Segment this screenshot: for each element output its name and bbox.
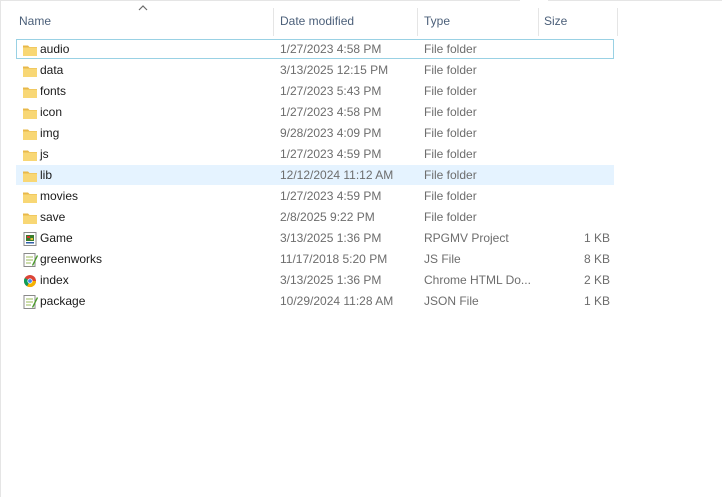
file-name: audio	[40, 42, 70, 56]
folder-icon	[22, 147, 38, 163]
file-size: 2 KB	[583, 273, 610, 287]
file-type: File folder	[424, 84, 477, 98]
file-name: save	[40, 210, 66, 224]
folder-icon	[22, 189, 38, 205]
file-date-modified: 1/27/2023 4:58 PM	[280, 105, 382, 119]
file-size: 8 KB	[583, 252, 610, 266]
file-row-greenworks[interactable]: greenworks 11/17/2018 5:20 PM JS File 8 KB	[16, 249, 614, 269]
file-type: JS File	[424, 252, 461, 266]
file-name: js	[40, 147, 49, 161]
file-type: RPGMV Project	[424, 231, 509, 245]
file-date-modified: 1/27/2023 4:58 PM	[280, 42, 382, 56]
file-name: fonts	[40, 84, 67, 98]
file-date-modified: 2/8/2025 9:22 PM	[280, 210, 375, 224]
column-header-bar: Name Date modified Type Size	[0, 0, 722, 38]
file-date-modified: 1/27/2023 5:43 PM	[280, 84, 382, 98]
file-date-modified: 1/27/2023 4:59 PM	[280, 189, 382, 203]
file-name: data	[40, 63, 64, 77]
file-type: File folder	[424, 63, 477, 77]
header-top-line	[0, 0, 520, 1]
folder-icon	[22, 84, 38, 100]
file-row-index[interactable]: index 3/13/2025 1:36 PM Chrome HTML Do... 2…	[16, 270, 614, 290]
file-name: package	[40, 294, 86, 308]
file-row-save[interactable]: save 2/8/2025 9:22 PM File folder	[16, 207, 614, 227]
file-name: greenworks	[40, 252, 103, 266]
file-row-movies[interactable]: movies 1/27/2023 4:59 PM File folder	[16, 186, 614, 206]
chrome-html-icon	[22, 273, 38, 289]
file-date-modified: 10/29/2024 11:28 AM	[280, 294, 394, 308]
folder-icon	[22, 105, 38, 121]
folder-icon	[22, 42, 38, 58]
file-name: Game	[40, 231, 73, 245]
file-row-lib[interactable]: lib 12/12/2024 11:12 AM File folder	[16, 165, 614, 185]
column-header-size[interactable]: Size	[538, 13, 616, 29]
file-type: JSON File	[424, 294, 479, 308]
file-row-audio[interactable]: audio 1/27/2023 4:58 PM File folder	[16, 39, 614, 59]
file-date-modified: 12/12/2024 11:12 AM	[280, 168, 394, 182]
file-type: File folder	[424, 42, 477, 56]
file-row-icon[interactable]: icon 1/27/2023 4:58 PM File folder	[16, 102, 614, 122]
file-row-data[interactable]: data 3/13/2025 12:15 PM File folder	[16, 60, 614, 80]
folder-icon	[22, 126, 38, 142]
file-name: icon	[40, 105, 63, 119]
column-header-date-modified[interactable]: Date modified	[274, 13, 416, 29]
header-top-line-right	[548, 0, 722, 1]
js-file-icon	[22, 252, 38, 268]
folder-icon	[22, 210, 38, 226]
file-date-modified: 3/13/2025 1:36 PM	[280, 273, 382, 287]
file-type: File folder	[424, 126, 477, 140]
window-left-border	[0, 0, 1, 497]
file-date-modified: 11/17/2018 5:20 PM	[280, 252, 388, 266]
file-row-fonts[interactable]: fonts 1/27/2023 5:43 PM File folder	[16, 81, 614, 101]
file-size: 1 KB	[583, 231, 610, 245]
file-type: File folder	[424, 147, 477, 161]
file-name: img	[40, 126, 60, 140]
folder-icon	[22, 168, 38, 184]
file-date-modified: 1/27/2023 4:59 PM	[280, 147, 382, 161]
file-type: File folder	[424, 189, 477, 203]
file-date-modified: 3/13/2025 1:36 PM	[280, 231, 382, 245]
file-row-img[interactable]: img 9/28/2023 4:09 PM File folder	[16, 123, 614, 143]
column-divider[interactable]	[617, 8, 618, 36]
file-row-js[interactable]: js 1/27/2023 4:59 PM File folder	[16, 144, 614, 164]
json-file-icon	[22, 294, 38, 310]
file-type: File folder	[424, 168, 477, 182]
file-name: lib	[40, 168, 53, 182]
file-date-modified: 3/13/2025 12:15 PM	[280, 63, 389, 77]
file-row-package[interactable]: package 10/29/2024 11:28 AM JSON File 1 KB	[16, 291, 614, 311]
column-header-name[interactable]: Name	[13, 13, 277, 29]
rpgmv-project-icon	[22, 231, 38, 247]
file-name: movies	[40, 189, 79, 203]
file-type: File folder	[424, 210, 477, 224]
file-name: index	[40, 273, 69, 287]
folder-icon	[22, 63, 38, 79]
file-type: File folder	[424, 105, 477, 119]
file-date-modified: 9/28/2023 4:09 PM	[280, 126, 382, 140]
file-size: 1 KB	[583, 294, 610, 308]
file-type: Chrome HTML Do...	[424, 273, 531, 287]
file-row-game[interactable]: Game 3/13/2025 1:36 PM RPGMV Project 1 KB	[16, 228, 614, 248]
column-header-type[interactable]: Type	[418, 13, 534, 29]
sort-ascending-icon	[138, 5, 148, 11]
